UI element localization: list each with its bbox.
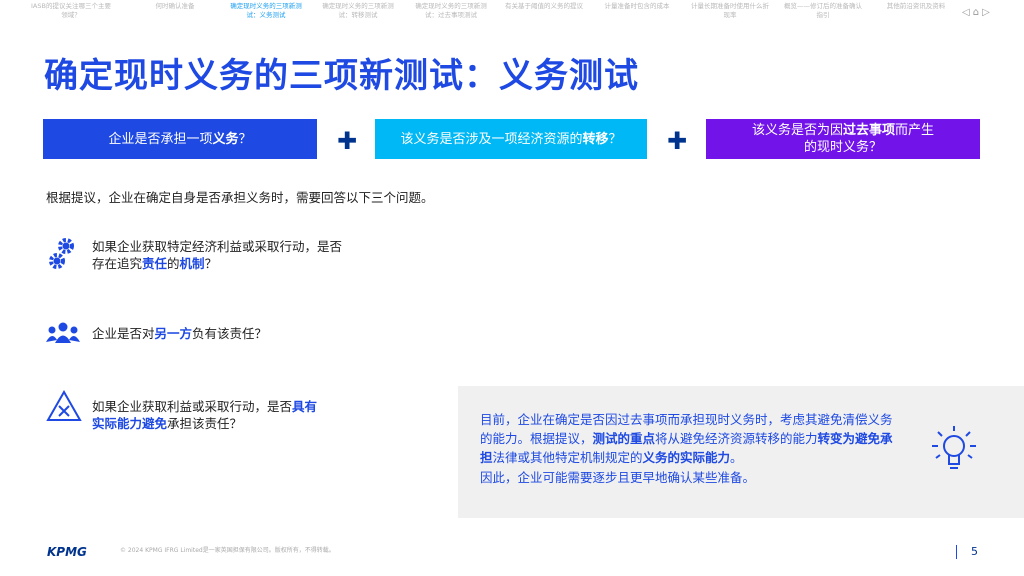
- nav-item-active[interactable]: 确定现时义务的三项新测试：义务测试: [225, 2, 307, 20]
- home-icon[interactable]: ⌂: [973, 7, 982, 18]
- question-1: 如果企业获取特定经济利益或采取行动，是否存在追究责任的机制？: [92, 239, 343, 271]
- nav-item[interactable]: 确定现时义务的三项新测试：过去事项测试: [410, 2, 492, 20]
- nav-item[interactable]: 何时确认准备: [134, 2, 216, 11]
- plus-icon: ✚: [337, 127, 358, 155]
- nav-item[interactable]: 确定现时义务的三项新测试：转移测试: [317, 2, 399, 20]
- plus-icon: ✚: [667, 127, 688, 155]
- page-number: 5: [956, 545, 978, 559]
- info-panel: 目前，企业在确定是否因过去事项而承担现时义务时，考虑其避免清偿义务的能力。根据提…: [458, 386, 1024, 518]
- lightbulb-icon: [930, 424, 978, 480]
- past-event-box: 该义务是否为因过去事项而产生的现时义务？: [706, 119, 980, 159]
- nav-item[interactable]: 有关基于阈值的义务的提议: [503, 2, 585, 11]
- nav-item[interactable]: 计量准备时包含的成本: [596, 2, 678, 11]
- nav-item[interactable]: 计量长期准备时使用什么折现率: [689, 2, 771, 20]
- obligation-box: 企业是否承担一项义务？: [43, 119, 317, 159]
- transfer-box: 该义务是否涉及一项经济资源的转移？: [375, 119, 647, 159]
- nav-item[interactable]: 概览——修订后的准备确认指引: [782, 2, 864, 20]
- panel-paragraph: 目前，企业在确定是否因过去事项而承担现时义务时，考虑其避免清偿义务的能力。根据提…: [480, 412, 893, 465]
- nav-item[interactable]: 其他前沿资讯及资料: [875, 2, 957, 11]
- people-icon: [46, 322, 80, 348]
- kpmg-logo: KPMG: [47, 545, 87, 559]
- question-3: 如果企业获取利益或采取行动，是否具有实际能力避免承担该责任？: [92, 399, 318, 431]
- nav-item[interactable]: IASB的提议关注哪三个主要领域？: [30, 2, 112, 20]
- intro-text: 根据提议，企业在确定自身是否承担义务时，需要回答以下三个问题。: [46, 190, 434, 205]
- top-nav: IASB的提议关注哪三个主要领域？ 何时确认准备 确定现时义务的三项新测试：义务…: [0, 2, 1024, 24]
- question-2: 企业是否对另一方负有该责任？: [92, 326, 268, 341]
- prev-icon[interactable]: ◁: [962, 7, 973, 18]
- copyright: © 2024 KPMG IFRG Limited是一家英国担保有限公司。版权所有…: [120, 547, 335, 554]
- warning-x-icon: [46, 389, 82, 426]
- panel-conclusion: 因此，企业可能需要逐步且更早地确认某些准备。: [480, 470, 756, 485]
- gears-icon: [46, 237, 78, 275]
- next-icon[interactable]: ▷: [982, 7, 993, 18]
- page-title: 确定现时义务的三项新测试：义务测试: [44, 56, 639, 96]
